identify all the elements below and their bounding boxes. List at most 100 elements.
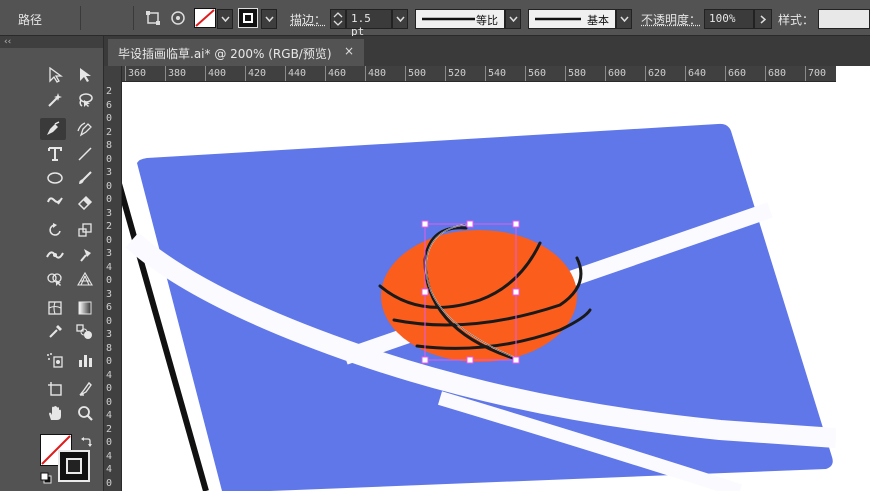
ruler-tick-label: 540 [488, 68, 507, 79]
ruler-tick-label: 2 [106, 126, 113, 138]
vertical-ruler[interactable]: 2 6 0 2 8 0 3 0 0 3 2 0 3 4 0 3 6 0 3 8 0 4 0 0 4 2 0 4 4 0 [104, 66, 122, 491]
close-icon[interactable]: × [344, 44, 354, 58]
separator [80, 6, 81, 30]
ruler-tick-label: 0 [106, 180, 113, 192]
panel-collapse-icon[interactable]: ‹‹ [0, 36, 103, 48]
stroke-weight-input[interactable]: 1.5 pt [346, 9, 392, 38]
width-icon[interactable] [42, 244, 68, 266]
ruler-tick-label: 420 [248, 68, 267, 79]
ruler-tick-label: 700 [808, 68, 827, 79]
stroke-label[interactable]: 描边： [290, 11, 326, 28]
ruler-tick-label: 0 [106, 356, 113, 367]
document-tab[interactable]: 毕设插画临草.ai* @ 200% (RGB/预览) × [108, 39, 364, 66]
ruler-tick-line [645, 66, 646, 81]
perspective-grid-icon[interactable] [72, 268, 98, 290]
ruler-tick-line [325, 66, 326, 81]
rotate-icon[interactable] [42, 219, 68, 241]
slice-icon[interactable] [72, 378, 98, 400]
puppet-warp-icon[interactable] [72, 244, 98, 266]
chevron-down-icon[interactable] [217, 9, 233, 29]
zoom-icon[interactable] [72, 402, 98, 424]
chevron-down-icon[interactable] [505, 9, 521, 29]
brush-label: 基本 [587, 14, 609, 27]
ruler-tick-label: 400 [208, 68, 227, 79]
ruler-tick-label: 360 [128, 68, 147, 79]
artboard-canvas[interactable] [122, 82, 836, 491]
ruler-tick-line [365, 66, 366, 81]
curvature-icon[interactable] [72, 118, 98, 140]
ruler-tick-line [805, 66, 806, 81]
ruler-tick-line [565, 66, 566, 81]
eyedropper-icon[interactable] [42, 321, 68, 343]
ruler-tick-label: 8 [106, 342, 113, 354]
chevron-down-icon[interactable] [392, 9, 408, 29]
ruler-tick-label: 0 [106, 383, 113, 394]
chevron-down-icon[interactable] [261, 9, 277, 29]
default-fill-stroke-icon[interactable] [40, 472, 52, 487]
isolate-icon[interactable] [143, 8, 163, 28]
ruler-tick-line [765, 66, 766, 81]
chevron-down-icon[interactable] [616, 9, 632, 29]
ruler-tick-label: 580 [568, 68, 587, 79]
opacity-label[interactable]: 不透明度： [641, 11, 701, 28]
pen-icon[interactable] [40, 118, 66, 140]
stroke-swatch-icon[interactable] [58, 450, 90, 482]
document-tab-title: 毕设插画临草.ai* @ 200% (RGB/预览) [118, 47, 332, 61]
ruler-tick-label: 4 [106, 261, 113, 273]
ruler-tick-label: 0 [106, 437, 113, 448]
mesh-icon[interactable] [42, 297, 68, 319]
ruler-tick-label: 500 [408, 68, 427, 79]
blend-icon[interactable] [72, 321, 98, 343]
ruler-tick-label: 3 [106, 167, 113, 178]
column-graph-icon[interactable] [72, 349, 98, 371]
ellipse-icon[interactable] [42, 167, 68, 189]
ruler-tick-label: 0 [106, 477, 113, 489]
brush-definition-dropdown[interactable]: 基本 [528, 9, 616, 29]
ruler-tick-label: 6 [106, 99, 113, 111]
direct-selection-icon[interactable] [72, 64, 98, 86]
graphic-style-dropdown[interactable] [818, 9, 870, 29]
variable-width-profile-dropdown[interactable]: 等比 [415, 9, 505, 29]
ruler-tick-label: 3 [106, 288, 113, 300]
ruler-tick-line [525, 66, 526, 81]
anchor-target-icon[interactable] [168, 8, 188, 28]
type-icon[interactable] [42, 143, 68, 165]
shape-builder-icon[interactable] [42, 268, 68, 290]
selection-icon[interactable] [42, 64, 68, 86]
ruler-tick-label: 0 [106, 275, 113, 286]
fill-none-swatch-icon[interactable] [194, 8, 216, 28]
hand-icon[interactable] [42, 402, 68, 424]
ruler-tick-line [725, 66, 726, 81]
horizontal-ruler[interactable]: 360 380 400 420 440 460 480 500 520 540 560 580 600 6… [104, 66, 836, 82]
chevron-right-icon[interactable] [754, 9, 772, 29]
ruler-tick-label: 4 [106, 464, 113, 475]
gradient-icon[interactable] [72, 297, 98, 319]
stroke-swatch-icon[interactable] [238, 8, 258, 28]
scale-icon[interactable] [72, 219, 98, 241]
ruler-tick-label: 380 [168, 68, 187, 79]
ruler-tick-line [165, 66, 166, 81]
ruler-tick-line [205, 66, 206, 81]
ruler-tick-line [445, 66, 446, 81]
artboard-icon[interactable] [42, 378, 68, 400]
ruler-tick-label: 460 [328, 68, 347, 79]
stroke-stepper-icon[interactable] [330, 9, 346, 29]
lasso-icon[interactable] [72, 89, 98, 111]
ruler-tick-label: 2 [106, 423, 113, 435]
ruler-tick-line [485, 66, 486, 81]
symbol-sprayer-icon[interactable] [42, 349, 68, 371]
eraser-icon[interactable] [72, 191, 98, 213]
line-icon[interactable] [72, 143, 98, 165]
tools-panel: ‹‹ [0, 36, 104, 491]
separator [133, 6, 134, 30]
swap-fill-stroke-icon[interactable] [80, 436, 92, 451]
illustration [122, 123, 836, 491]
magic-wand-icon[interactable] [42, 89, 68, 111]
shaper-icon[interactable] [42, 191, 68, 213]
opacity-input[interactable]: 100% [704, 9, 754, 29]
ruler-tick-label: 0 [106, 234, 113, 246]
paintbrush-icon[interactable] [72, 167, 98, 189]
control-bar: 路径 描边： 1.5 pt 等比 基本 不透明度： 100% 样式： [0, 0, 870, 38]
ruler-tick-line [245, 66, 246, 81]
ruler-tick-label: 660 [728, 68, 747, 79]
